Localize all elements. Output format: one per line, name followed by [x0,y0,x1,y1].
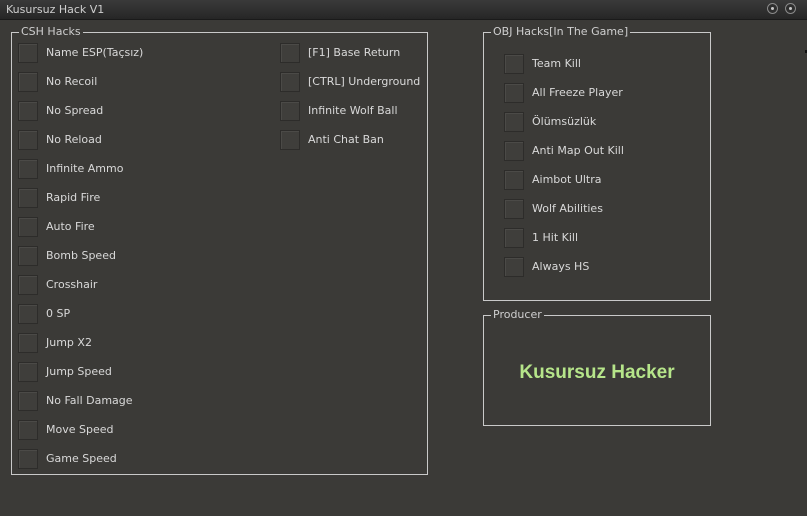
obj-hacks-legend: OBJ Hacks[In The Game] [491,25,631,39]
checkbox-label: No Recoil [46,75,98,88]
checkbox-label: Infinite Wolf Ball [308,104,398,117]
checkbox-label: Ölümsüzlük [532,115,597,128]
checkbox[interactable] [280,43,300,63]
checkbox[interactable] [18,188,38,208]
checkbox-label: Aimbot Ultra [532,173,602,186]
checkbox[interactable] [504,83,524,103]
checkbox[interactable] [18,43,38,63]
checkbox-label: [F1] Base Return [308,46,401,59]
checkbox-label: No Reload [46,133,102,146]
checkbox[interactable] [18,449,38,469]
checkbox-label: Anti Map Out Kill [532,144,624,157]
producer-name: Kusursuz Hacker [519,362,675,383]
checkbox[interactable] [18,391,38,411]
checkbox-label: No Spread [46,104,104,117]
checkbox[interactable] [504,54,524,74]
checkbox[interactable] [18,333,38,353]
checkbox[interactable] [18,72,38,92]
checkbox[interactable] [504,257,524,277]
checkbox-label: Wolf Abilities [532,202,603,215]
checkbox[interactable] [18,275,38,295]
checkbox[interactable] [18,159,38,179]
checkbox[interactable] [504,228,524,248]
checkbox[interactable] [18,130,38,150]
checkbox[interactable] [18,420,38,440]
checkbox[interactable] [504,170,524,190]
checkbox-label: Always HS [532,260,590,273]
checkbox-label: Game Speed [46,452,117,465]
checkbox[interactable] [504,141,524,161]
checkbox[interactable] [280,72,300,92]
checkbox[interactable] [18,304,38,324]
checkbox[interactable] [18,101,38,121]
minimize-button[interactable] [767,3,778,14]
checkbox[interactable] [18,362,38,382]
checkbox-label: Name ESP(Taçsız) [46,46,144,59]
checkbox-label: Move Speed [46,423,114,436]
checkbox-label: Anti Chat Ban [308,133,384,146]
checkbox-label: [CTRL] Underground [308,75,421,88]
checkbox-label: Team Kill [532,57,581,70]
close-button[interactable] [785,3,796,14]
checkbox[interactable] [280,101,300,121]
checkbox-label: Infinite Ammo [46,162,124,175]
checkbox[interactable] [18,217,38,237]
checkbox-label: Crosshair [46,278,98,291]
csh-hacks-legend: CSH Hacks [19,25,83,39]
checkbox-label: 1 Hit Kill [532,231,579,244]
checkbox-label: 0 SP [46,307,71,320]
checkbox-label: Jump Speed [46,365,112,378]
checkbox-label: All Freeze Player [532,86,623,99]
obj-hacks-group: OBJ Hacks[In The Game] Team Kill All Free… [483,25,711,301]
window-title: Kusursuz Hack V1 [6,3,105,16]
checkbox-label: Rapid Fire [46,191,101,204]
csh-hacks-group: CSH Hacks Name ESP(Taçsız) No Recoil No Sp… [11,25,428,475]
producer-legend: Producer [491,308,544,322]
checkbox[interactable] [504,199,524,219]
producer-group: Producer Kusursuz Hacker [483,308,711,426]
checkbox-label: Auto Fire [46,220,95,233]
checkbox[interactable] [280,130,300,150]
checkbox[interactable] [504,112,524,132]
checkbox[interactable] [18,246,38,266]
checkbox-label: No Fall Damage [46,394,133,407]
checkbox-label: Bomb Speed [46,249,116,262]
checkbox-label: Jump X2 [46,336,92,349]
title-bar: Kusursuz Hack V1 [0,0,807,20]
